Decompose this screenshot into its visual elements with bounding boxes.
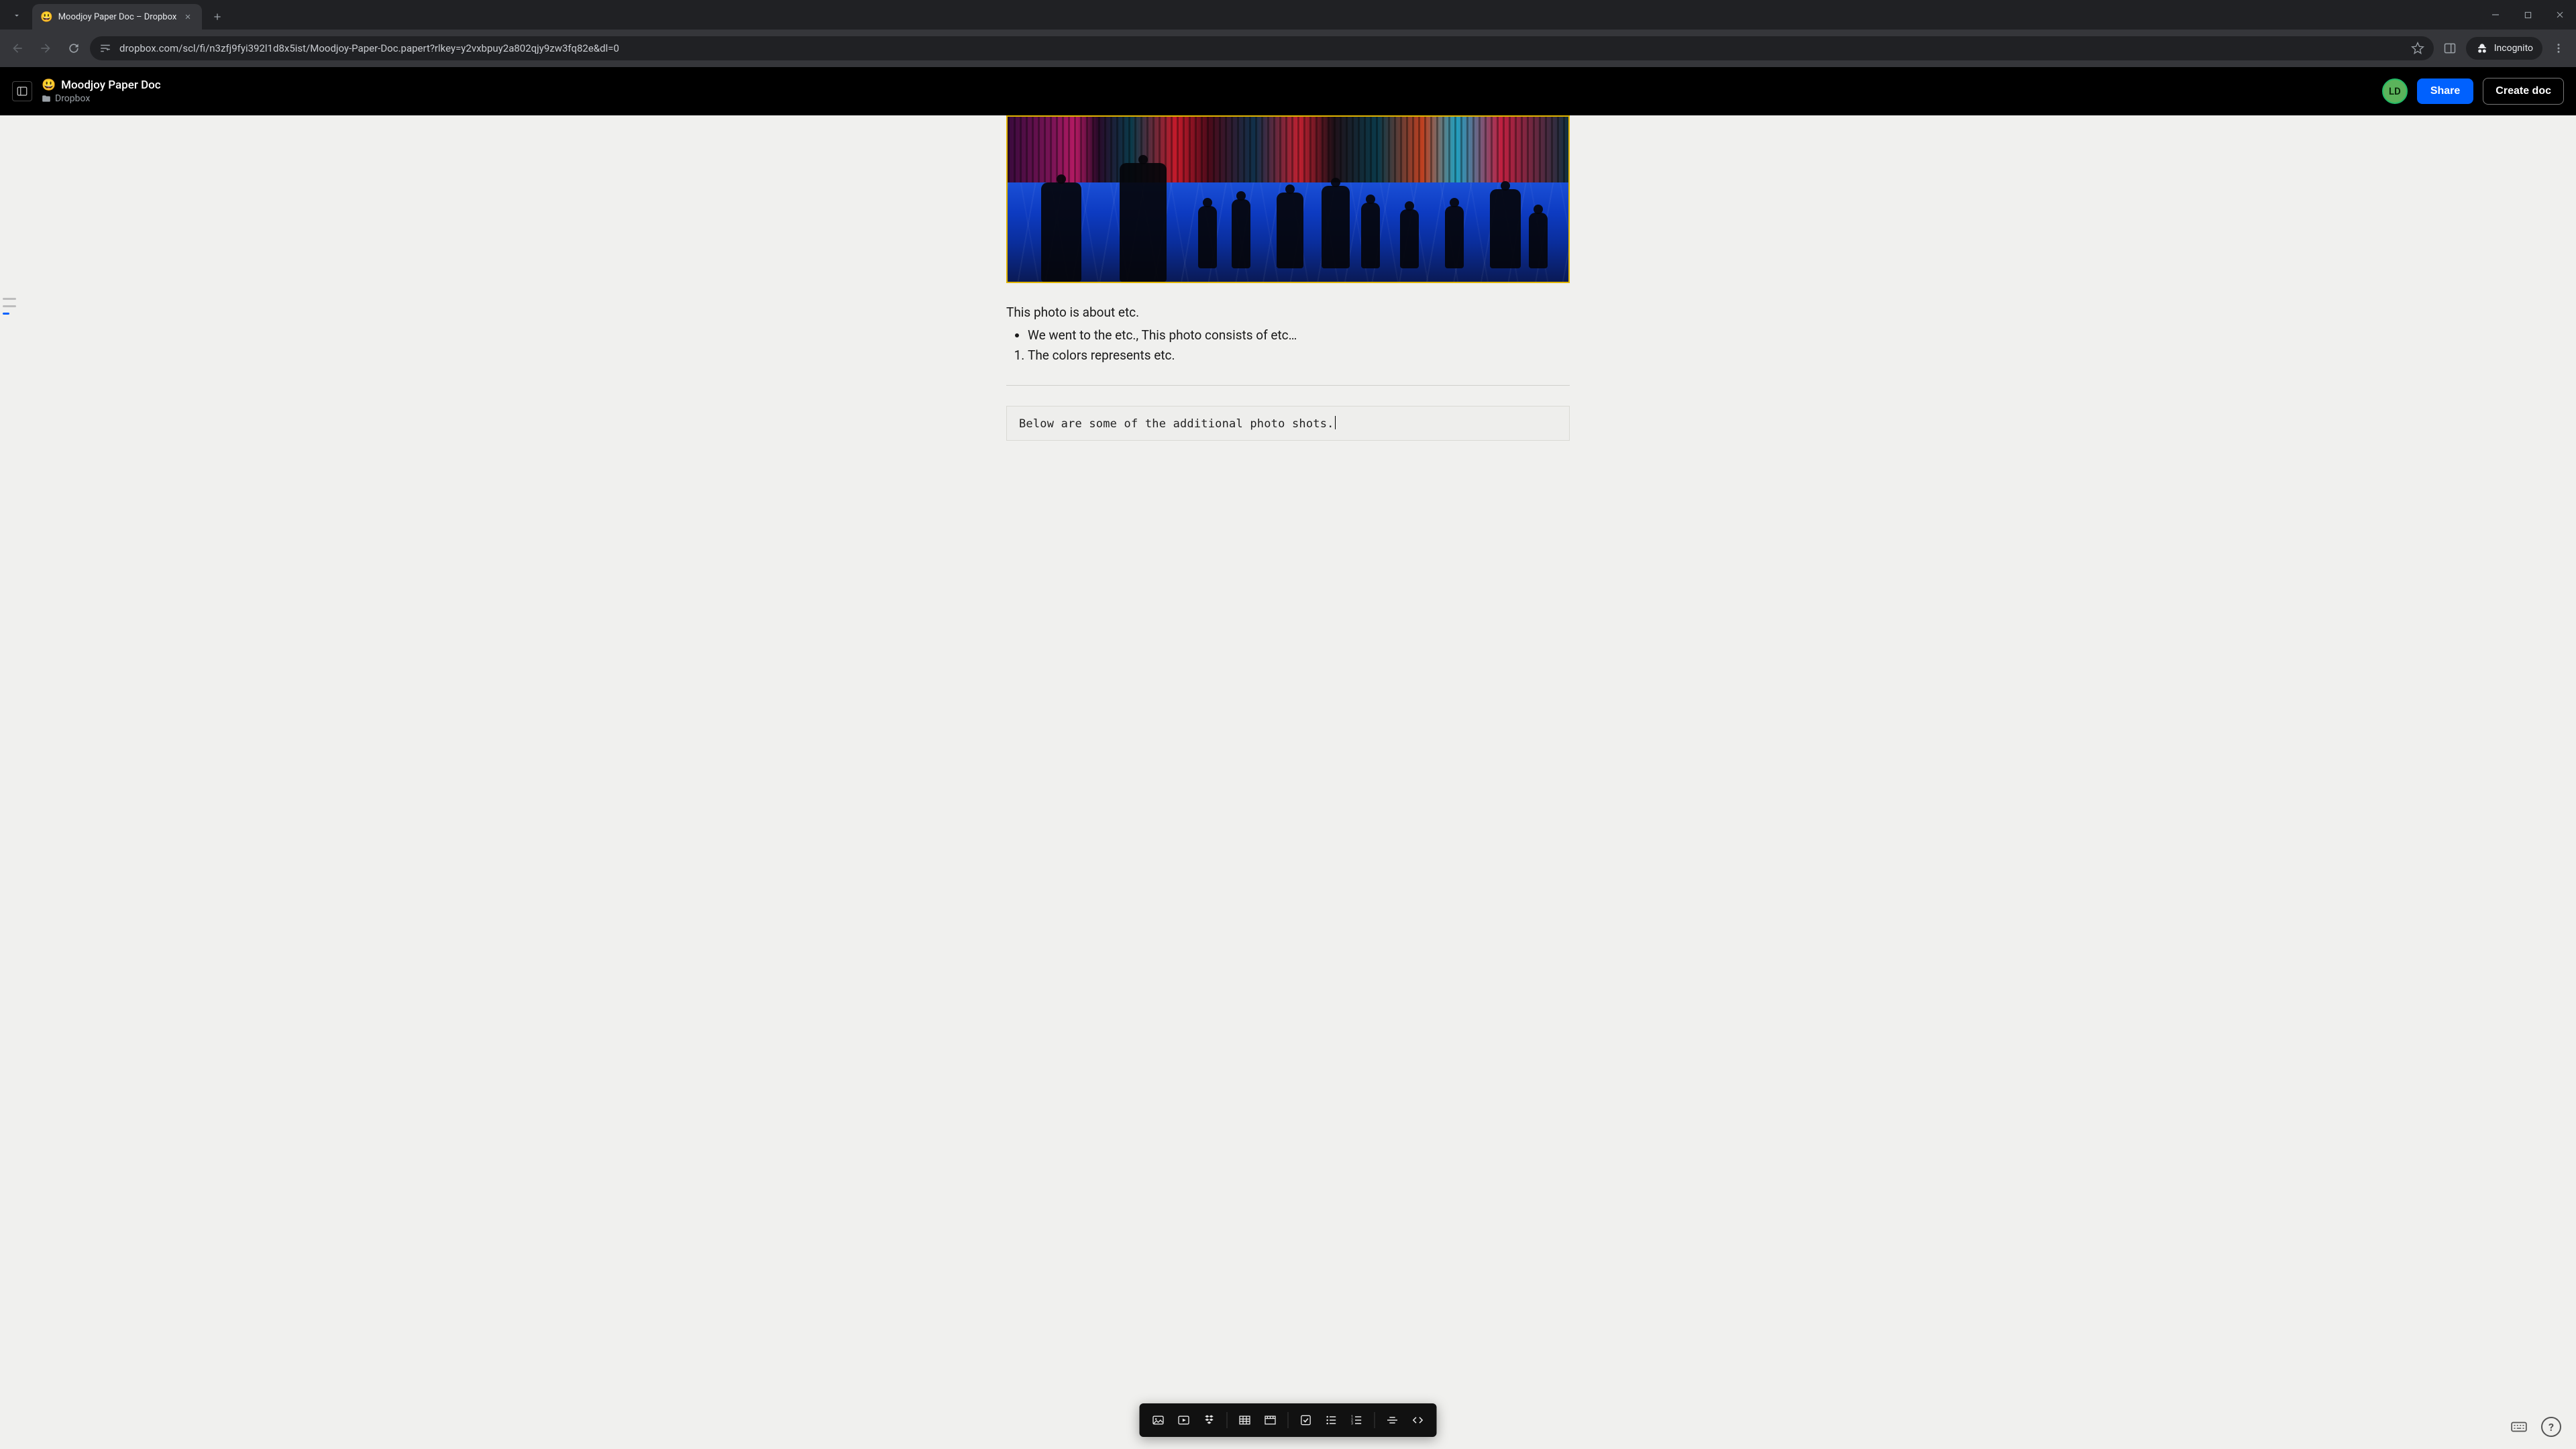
reload-icon	[67, 42, 80, 55]
nav-back-button[interactable]	[5, 36, 30, 60]
folder-icon	[42, 94, 51, 103]
browser-toolbar: dropbox.com/scl/fi/n3zfj9fyi392l1d8x5ist…	[0, 30, 2576, 67]
window-close-button[interactable]	[2544, 3, 2576, 27]
new-tab-button[interactable]	[207, 7, 227, 27]
document-scroll[interactable]: This photo is about etc. We went to the …	[0, 115, 2576, 1449]
image-icon	[1152, 1413, 1165, 1427]
kebab-icon	[2553, 42, 2565, 54]
address-bar[interactable]: dropbox.com/scl/fi/n3zfj9fyi392l1d8x5ist…	[90, 36, 2434, 60]
text-caret	[1335, 416, 1336, 429]
text-block[interactable]: This photo is about etc. We went to the …	[1006, 303, 1570, 366]
insert-timeline-button[interactable]	[1258, 1409, 1283, 1432]
maximize-icon	[2524, 11, 2532, 19]
side-panel-button[interactable]	[2438, 36, 2462, 60]
insert-dropbox-button[interactable]	[1197, 1409, 1222, 1432]
incognito-label: Incognito	[2494, 43, 2533, 54]
browser-tab-active[interactable]: 😃 Moodjoy Paper Doc – Dropbox	[32, 4, 202, 30]
list-bulleted-icon	[1325, 1413, 1338, 1427]
tune-icon	[99, 42, 111, 54]
insert-code-button[interactable]	[1406, 1409, 1430, 1432]
incognito-icon	[2475, 42, 2489, 55]
insert-bulleted-list-button[interactable]	[1320, 1409, 1344, 1432]
incognito-indicator[interactable]: Incognito	[2466, 37, 2542, 60]
svg-text:3: 3	[1351, 1422, 1353, 1426]
create-doc-button[interactable]: Create doc	[2483, 78, 2564, 105]
window-minimize-button[interactable]	[2479, 3, 2512, 27]
dropbox-icon	[1203, 1413, 1216, 1427]
keyboard-icon	[2510, 1418, 2528, 1436]
keyboard-shortcuts-button[interactable]	[2509, 1417, 2529, 1437]
breadcrumb-label: Dropbox	[55, 93, 90, 104]
toolbar-separator	[1288, 1412, 1289, 1428]
checkbox-icon	[1299, 1413, 1313, 1427]
bookmark-button[interactable]	[2411, 42, 2424, 55]
table-icon	[1238, 1413, 1252, 1427]
share-button[interactable]: Share	[2417, 78, 2473, 104]
list-item[interactable]: We went to the etc., This photo consists…	[1028, 325, 1570, 346]
tab-title: Moodjoy Paper Doc – Dropbox	[58, 12, 177, 22]
code-text[interactable]: Below are some of the additional photo s…	[1019, 417, 1334, 431]
toolbar-separator	[1227, 1412, 1228, 1428]
browser-chrome: 😃 Moodjoy Paper Doc – Dropbox	[0, 0, 2576, 67]
arrow-right-icon	[39, 42, 52, 55]
video-icon	[1177, 1413, 1191, 1427]
bulleted-list[interactable]: We went to the etc., This photo consists…	[1006, 325, 1570, 346]
image-content	[1008, 117, 1568, 282]
browser-menu-button[interactable]	[2546, 36, 2571, 60]
paragraph[interactable]: This photo is about etc.	[1006, 303, 1570, 323]
content-area: This photo is about etc. We went to the …	[0, 115, 2576, 1449]
insert-toolbar: 123	[1140, 1403, 1437, 1437]
minimize-icon	[2491, 11, 2500, 19]
site-info-button[interactable]	[99, 42, 111, 54]
doc-meta: 😃 Moodjoy Paper Doc Dropbox	[42, 78, 161, 104]
close-icon	[2556, 11, 2564, 19]
sidebar-icon	[16, 85, 28, 97]
insert-video-button[interactable]	[1172, 1409, 1196, 1432]
tab-strip: 😃 Moodjoy Paper Doc – Dropbox	[0, 0, 2576, 30]
list-numbered-icon: 123	[1350, 1413, 1364, 1427]
sidebar-toggle-button[interactable]	[12, 81, 32, 101]
insert-divider-button[interactable]	[1381, 1409, 1405, 1432]
nav-reload-button[interactable]	[62, 36, 86, 60]
code-icon	[1411, 1413, 1425, 1427]
timeline-icon	[1264, 1413, 1277, 1427]
tab-favicon-icon: 😃	[40, 11, 53, 23]
numbered-list[interactable]: The colors represents etc.	[1006, 345, 1570, 366]
insert-numbered-list-button[interactable]: 123	[1345, 1409, 1369, 1432]
doc-title[interactable]: Moodjoy Paper Doc	[61, 78, 161, 92]
url-text: dropbox.com/scl/fi/n3zfj9fyi392l1d8x5ist…	[119, 42, 2403, 54]
chevron-down-icon	[12, 11, 21, 20]
star-outline-icon	[2411, 42, 2424, 55]
tab-search-dropdown[interactable]	[5, 4, 28, 27]
breadcrumb[interactable]: Dropbox	[42, 93, 161, 104]
app-header: 😃 Moodjoy Paper Doc Dropbox LD Share Cre…	[0, 67, 2576, 115]
close-icon	[184, 13, 192, 21]
window-controls	[2479, 3, 2576, 27]
code-block[interactable]: Below are some of the additional photo s…	[1006, 406, 1570, 441]
arrow-left-icon	[11, 42, 24, 55]
window-maximize-button[interactable]	[2512, 3, 2544, 27]
divider-icon	[1386, 1413, 1399, 1427]
help-button[interactable]: ?	[2541, 1417, 2561, 1437]
tab-close-button[interactable]	[182, 11, 194, 23]
list-item[interactable]: The colors represents etc.	[1028, 345, 1570, 366]
bottom-right-controls: ?	[2509, 1417, 2561, 1437]
user-avatar[interactable]: LD	[2382, 78, 2408, 104]
insert-image-button[interactable]	[1146, 1409, 1171, 1432]
panel-icon	[2443, 42, 2457, 55]
horizontal-rule[interactable]	[1006, 385, 1570, 386]
plus-icon	[212, 11, 223, 22]
embedded-image[interactable]	[1006, 115, 1570, 283]
doc-emoji-icon: 😃	[42, 78, 56, 92]
insert-checklist-button[interactable]	[1294, 1409, 1318, 1432]
document-body[interactable]: This photo is about etc. We went to the …	[1006, 115, 1570, 790]
nav-forward-button[interactable]	[34, 36, 58, 60]
insert-table-button[interactable]	[1233, 1409, 1257, 1432]
